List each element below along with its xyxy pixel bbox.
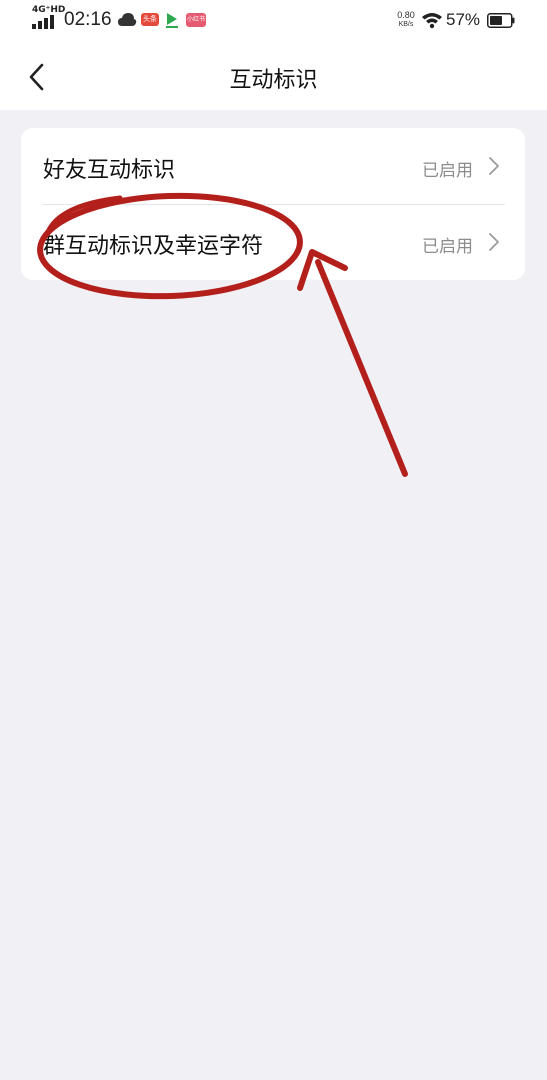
app-notification-icon: 头条 <box>141 13 159 26</box>
status-bar: 4G⁺HD 02:16 头条 小红书 0.80 KB/s 57% <box>0 0 547 40</box>
chevron-right-icon <box>489 157 499 175</box>
row-label: 好友互动标识 <box>43 158 176 183</box>
row-status: 已启用 <box>422 237 473 257</box>
annotation-arrow <box>297 249 408 477</box>
network-speed: 0.80 KB/s <box>393 10 419 30</box>
cloud-icon <box>118 13 137 26</box>
settings-card: 好友互动标识 已启用 群互动标识及幸运字符 已启用 <box>21 128 525 280</box>
battery-icon <box>487 13 515 28</box>
battery-percent: 57% <box>446 10 481 29</box>
page-title: 互动标识 <box>229 68 318 93</box>
navigation-bar: 互动标识 <box>0 40 547 110</box>
row-label: 群互动标识及幸运字符 <box>43 234 264 259</box>
network-speed-unit: KB/s <box>398 21 414 28</box>
clock: 02:16 <box>64 9 112 30</box>
friend-interaction-badge-row[interactable]: 好友互动标识 已启用 <box>21 128 525 204</box>
wifi-icon <box>422 13 442 29</box>
group-interaction-badge-row[interactable]: 群互动标识及幸运字符 已启用 <box>21 204 525 280</box>
app-notification-icon: 小红书 <box>186 13 206 27</box>
row-status: 已启用 <box>422 161 473 181</box>
signal-icon <box>32 15 54 29</box>
network-speed-value: 0.80 <box>397 10 415 20</box>
chevron-right-icon <box>489 233 499 251</box>
play-app-icon <box>166 13 178 28</box>
